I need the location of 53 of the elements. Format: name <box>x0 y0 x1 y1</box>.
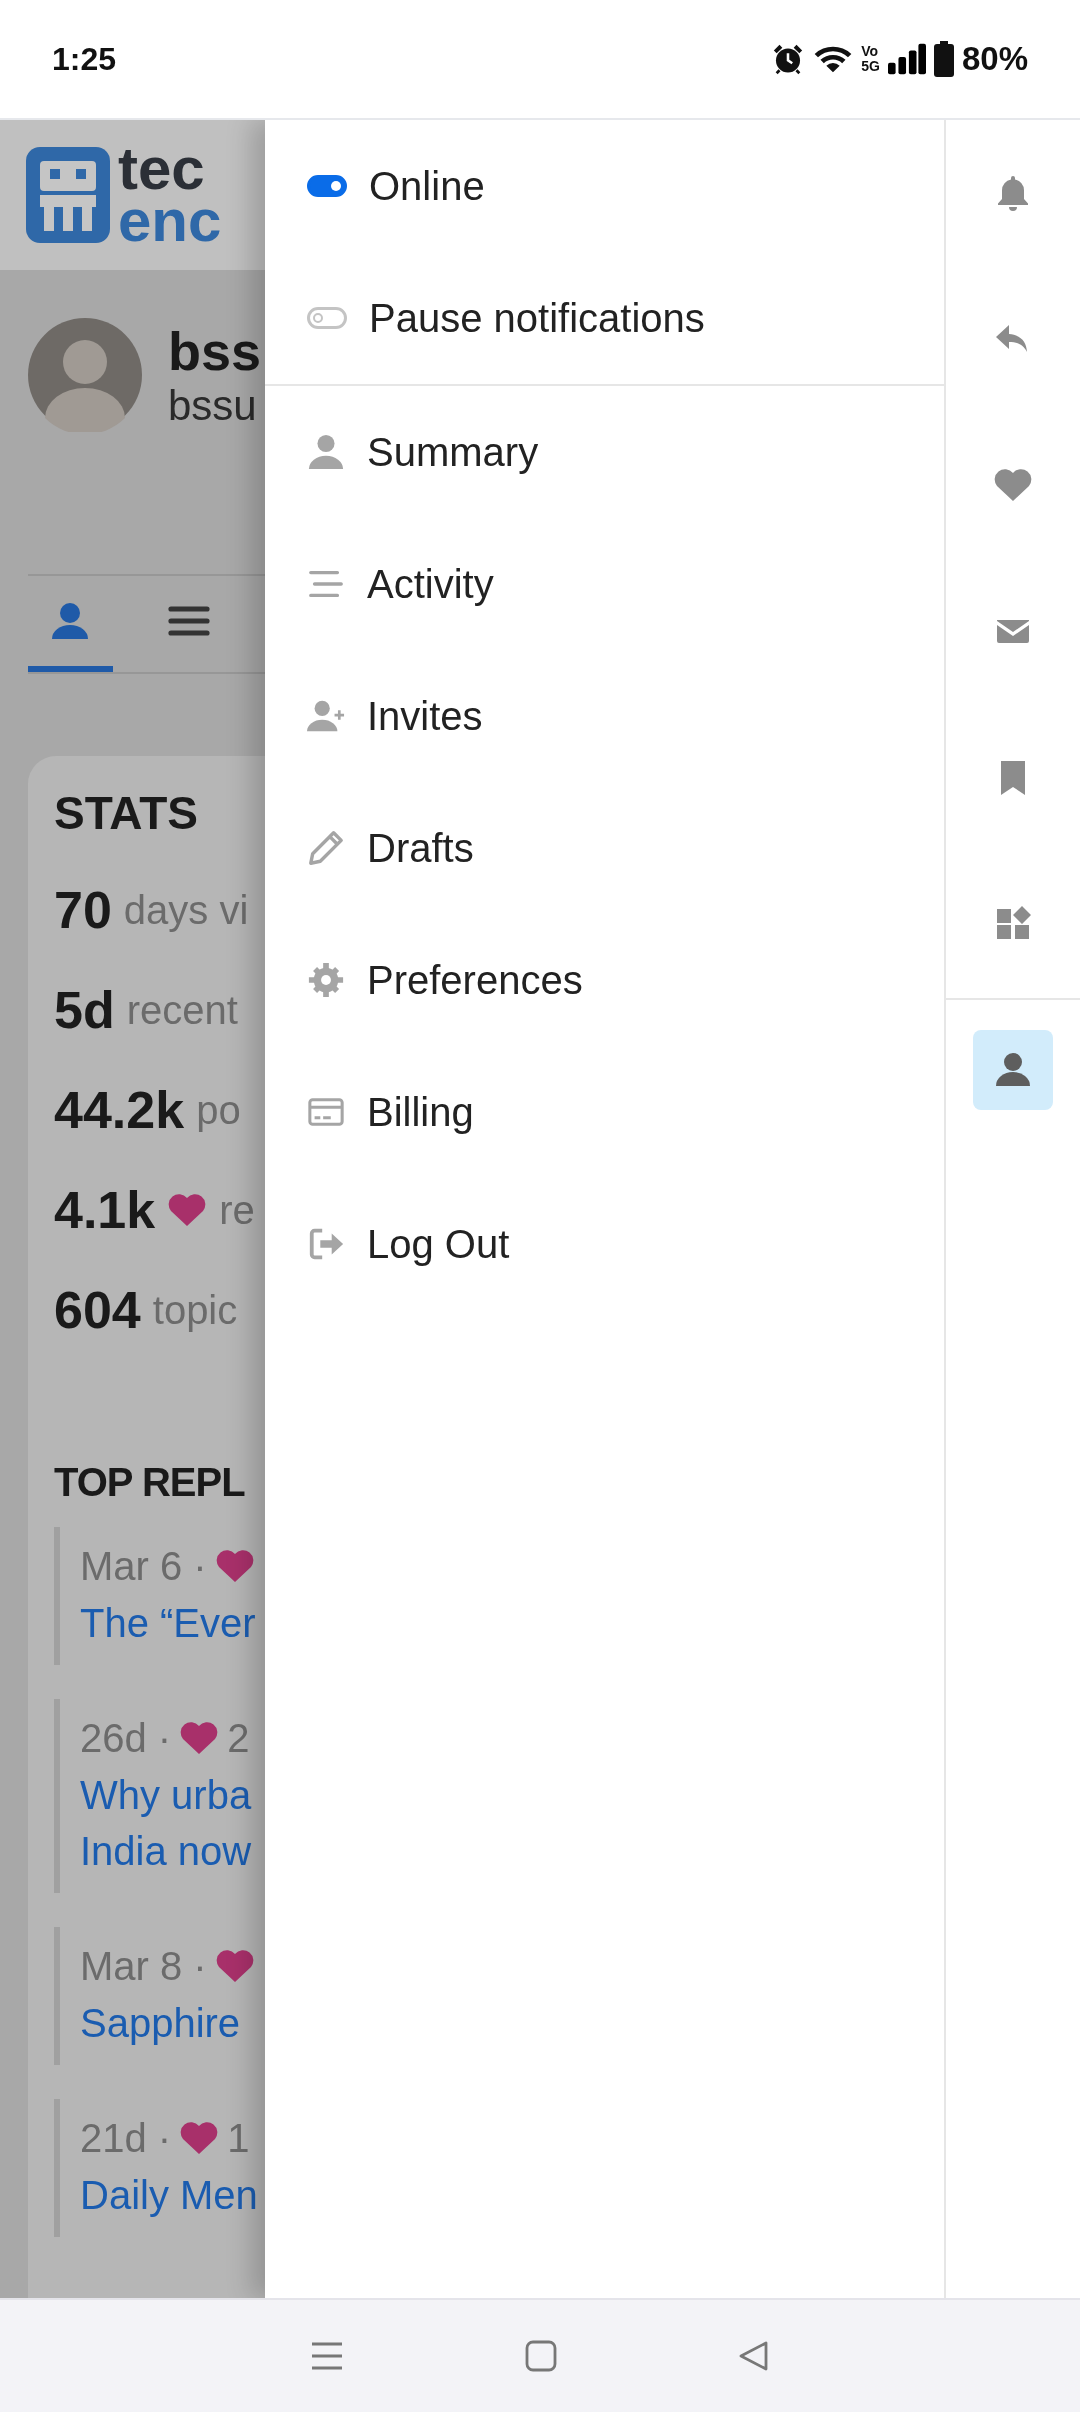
stat-label: days vi <box>123 887 249 933</box>
user-name: bss <box>168 320 262 382</box>
stat-value: 5d <box>54 980 115 1040</box>
reply-date: 21d · <box>80 2115 172 2161</box>
stat-value: 4.1k <box>54 1180 156 1240</box>
stat-label: re <box>219 1187 255 1233</box>
menu-toggle[interactable]: Pause notifications <box>265 252 944 384</box>
like-count: 1 <box>227 2115 250 2161</box>
menu-item[interactable]: Billing <box>265 1046 944 1178</box>
menu-item[interactable]: Activity <box>265 518 944 650</box>
section-title: TOP REPL <box>54 1460 246 1505</box>
clock-time: 1:25 <box>52 40 117 78</box>
reply-date: 26d · <box>80 1715 172 1761</box>
menu-item[interactable]: Summary <box>265 386 944 518</box>
heart-icon <box>179 2120 220 2156</box>
battery-icon <box>933 41 954 77</box>
lines-icon <box>166 603 211 639</box>
stat-label: topic <box>152 1287 238 1333</box>
logo-text: tec <box>118 143 206 195</box>
heart-icon <box>179 1720 220 1756</box>
menu-item[interactable]: Invites <box>265 650 944 782</box>
settings-icon <box>307 961 345 999</box>
menu-item[interactable]: Drafts <box>265 782 944 914</box>
user-handle: bssu <box>168 382 258 430</box>
back-icon[interactable] <box>737 2340 770 2372</box>
menu-item[interactable]: Log Out <box>265 1178 944 1310</box>
heart-icon <box>214 1548 255 1584</box>
stat-label: recent <box>126 987 238 1033</box>
home-icon[interactable] <box>525 2340 557 2372</box>
logo-icon <box>26 147 110 243</box>
stat-value: 70 <box>54 880 112 940</box>
menu-toggle[interactable]: Online <box>265 120 944 252</box>
signal-icon <box>887 43 926 75</box>
stat-label: po <box>196 1087 241 1133</box>
menu-item[interactable]: Preferences <box>265 914 944 1046</box>
pencil-icon <box>307 829 345 867</box>
section-title: STATS <box>54 786 199 840</box>
quick-access-button[interactable] <box>973 1030 1053 1110</box>
menu-icon[interactable] <box>310 2341 345 2371</box>
person-icon <box>307 433 345 471</box>
reply-date: Mar 6 · <box>80 1543 207 1589</box>
stat-value: 44.2k <box>54 1080 185 1140</box>
reply-date: Mar 8 · <box>80 1943 207 1989</box>
toggle-switch[interactable] <box>307 175 347 197</box>
logo-text: enc <box>118 195 222 247</box>
toggle-switch[interactable] <box>307 307 347 329</box>
stat-value: 604 <box>54 1280 141 1340</box>
person-icon <box>50 601 91 641</box>
battery-level: 80% <box>961 40 1028 78</box>
like-count: 2 <box>227 1715 250 1761</box>
heart-icon <box>167 1192 208 1228</box>
heart-icon <box>214 1948 255 1984</box>
network-type: Vo 5G <box>861 44 880 74</box>
